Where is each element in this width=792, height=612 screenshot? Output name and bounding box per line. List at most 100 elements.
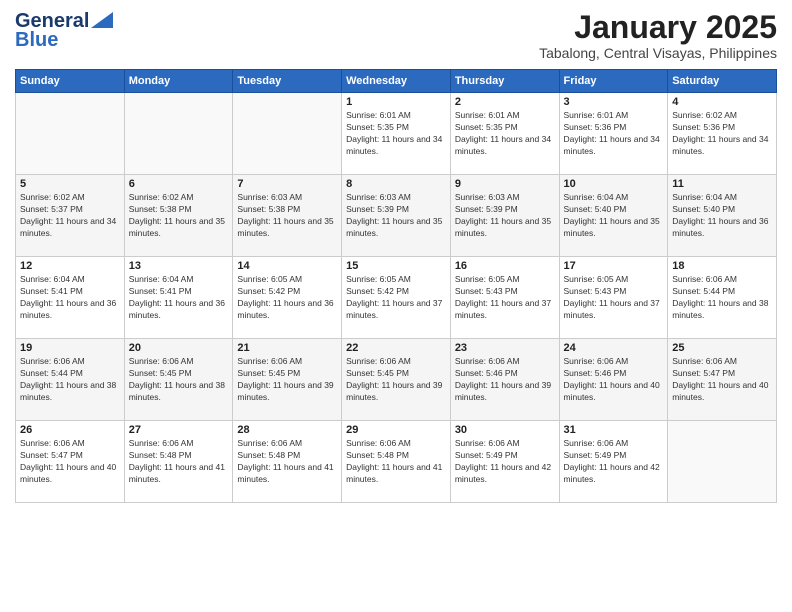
- day-number: 3: [564, 96, 664, 108]
- day-number: 13: [129, 260, 229, 272]
- calendar-cell: 13 Sunrise: 6:04 AMSunset: 5:41 PMDayligh…: [124, 257, 233, 339]
- calendar-cell: 15 Sunrise: 6:05 AMSunset: 5:42 PMDayligh…: [342, 257, 451, 339]
- calendar-table: SundayMondayTuesdayWednesdayThursdayFrid…: [15, 69, 777, 503]
- header-day-saturday: Saturday: [668, 70, 777, 93]
- calendar-cell: 16 Sunrise: 6:05 AMSunset: 5:43 PMDayligh…: [450, 257, 559, 339]
- calendar-cell: 21 Sunrise: 6:06 AMSunset: 5:45 PMDayligh…: [233, 339, 342, 421]
- title-area: January 2025 Tabalong, Central Visayas, …: [539, 10, 777, 61]
- page: General Blue January 2025 Tabalong, Cent…: [0, 0, 792, 612]
- day-info: Sunrise: 6:06 AMSunset: 5:44 PMDaylight:…: [20, 356, 120, 404]
- calendar-header: SundayMondayTuesdayWednesdayThursdayFrid…: [16, 70, 777, 93]
- calendar-cell: 20Sunrise: 6:06 AMSunset: 5:45 PMDayligh…: [124, 339, 233, 421]
- day-number: 28: [237, 424, 337, 436]
- day-info: Sunrise: 6:06 AMSunset: 5:47 PMDaylight:…: [672, 356, 772, 404]
- day-info: Sunrise: 6:04 AMSunset: 5:40 PMDaylight:…: [672, 192, 772, 240]
- week-row-5: 26 Sunrise: 6:06 AMSunset: 5:47 PMDayligh…: [16, 421, 777, 503]
- calendar-body: 1Sunrise: 6:01 AMSunset: 5:35 PMDaylight…: [16, 93, 777, 503]
- calendar-cell: 6 Sunrise: 6:02 AMSunset: 5:38 PMDaylight…: [124, 175, 233, 257]
- day-number: 12: [20, 260, 120, 272]
- day-number: 6: [129, 178, 229, 190]
- calendar-cell: [233, 93, 342, 175]
- day-number: 10: [564, 178, 664, 190]
- calendar-cell: 26 Sunrise: 6:06 AMSunset: 5:47 PMDayligh…: [16, 421, 125, 503]
- day-info: Sunrise: 6:05 AMSunset: 5:43 PMDaylight:…: [455, 274, 555, 322]
- day-info: Sunrise: 6:06 AMSunset: 5:47 PMDaylight:…: [20, 438, 120, 486]
- calendar-cell: 14 Sunrise: 6:05 AMSunset: 5:42 PMDayligh…: [233, 257, 342, 339]
- day-info: Sunrise: 6:02 AMSunset: 5:38 PMDaylight:…: [129, 192, 229, 240]
- calendar-cell: [16, 93, 125, 175]
- calendar-cell: 11 Sunrise: 6:04 AMSunset: 5:40 PMDayligh…: [668, 175, 777, 257]
- day-number: 31: [564, 424, 664, 436]
- day-number: 9: [455, 178, 555, 190]
- day-info: Sunrise: 6:06 AMSunset: 5:49 PMDaylight:…: [564, 438, 664, 486]
- day-number: 29: [346, 424, 446, 436]
- logo-icon: [91, 12, 113, 28]
- calendar-cell: 10Sunrise: 6:04 AMSunset: 5:40 PMDayligh…: [559, 175, 668, 257]
- calendar-cell: 29 Sunrise: 6:06 AMSunset: 5:48 PMDayligh…: [342, 421, 451, 503]
- calendar-cell: 17Sunrise: 6:05 AMSunset: 5:43 PMDayligh…: [559, 257, 668, 339]
- calendar-cell: 27 Sunrise: 6:06 AMSunset: 5:48 PMDayligh…: [124, 421, 233, 503]
- day-info: Sunrise: 6:01 AMSunset: 5:36 PMDaylight:…: [564, 110, 664, 158]
- day-info: Sunrise: 6:03 AMSunset: 5:38 PMDaylight:…: [237, 192, 337, 240]
- day-number: 5: [20, 178, 120, 190]
- day-number: 20: [129, 342, 229, 354]
- calendar-cell: 18 Sunrise: 6:06 AMSunset: 5:44 PMDayligh…: [668, 257, 777, 339]
- day-number: 30: [455, 424, 555, 436]
- header-day-thursday: Thursday: [450, 70, 559, 93]
- day-info: Sunrise: 6:01 AMSunset: 5:35 PMDaylight:…: [455, 110, 555, 158]
- calendar-cell: 7Sunrise: 6:03 AMSunset: 5:38 PMDaylight…: [233, 175, 342, 257]
- calendar-cell: 31 Sunrise: 6:06 AMSunset: 5:49 PMDayligh…: [559, 421, 668, 503]
- day-info: Sunrise: 6:05 AMSunset: 5:42 PMDaylight:…: [346, 274, 446, 322]
- week-row-2: 5 Sunrise: 6:02 AMSunset: 5:37 PMDaylight…: [16, 175, 777, 257]
- day-info: Sunrise: 6:04 AMSunset: 5:41 PMDaylight:…: [20, 274, 120, 322]
- day-number: 26: [20, 424, 120, 436]
- calendar-cell: [668, 421, 777, 503]
- logo: General Blue: [15, 10, 113, 52]
- calendar-cell: 22Sunrise: 6:06 AMSunset: 5:45 PMDayligh…: [342, 339, 451, 421]
- calendar-cell: 23Sunrise: 6:06 AMSunset: 5:46 PMDayligh…: [450, 339, 559, 421]
- day-info: Sunrise: 6:06 AMSunset: 5:44 PMDaylight:…: [672, 274, 772, 322]
- day-number: 2: [455, 96, 555, 108]
- calendar-cell: 1Sunrise: 6:01 AMSunset: 5:35 PMDaylight…: [342, 93, 451, 175]
- day-number: 21: [237, 342, 337, 354]
- day-number: 19: [20, 342, 120, 354]
- day-number: 11: [672, 178, 772, 190]
- day-info: Sunrise: 6:06 AMSunset: 5:45 PMDaylight:…: [346, 356, 446, 404]
- day-number: 27: [129, 424, 229, 436]
- calendar-cell: 9 Sunrise: 6:03 AMSunset: 5:39 PMDaylight…: [450, 175, 559, 257]
- calendar-subtitle: Tabalong, Central Visayas, Philippines: [539, 45, 777, 61]
- day-info: Sunrise: 6:05 AMSunset: 5:43 PMDaylight:…: [564, 274, 664, 322]
- calendar-cell: 28 Sunrise: 6:06 AMSunset: 5:48 PMDayligh…: [233, 421, 342, 503]
- day-info: Sunrise: 6:06 AMSunset: 5:48 PMDaylight:…: [237, 438, 337, 486]
- header-day-sunday: Sunday: [16, 70, 125, 93]
- day-info: Sunrise: 6:04 AMSunset: 5:41 PMDaylight:…: [129, 274, 229, 322]
- day-info: Sunrise: 6:05 AMSunset: 5:42 PMDaylight:…: [237, 274, 337, 322]
- day-number: 16: [455, 260, 555, 272]
- day-number: 14: [237, 260, 337, 272]
- calendar-cell: 4Sunrise: 6:02 AMSunset: 5:36 PMDaylight…: [668, 93, 777, 175]
- calendar-cell: 30 Sunrise: 6:06 AMSunset: 5:49 PMDayligh…: [450, 421, 559, 503]
- day-info: Sunrise: 6:06 AMSunset: 5:48 PMDaylight:…: [129, 438, 229, 486]
- day-info: Sunrise: 6:03 AMSunset: 5:39 PMDaylight:…: [346, 192, 446, 240]
- day-info: Sunrise: 6:06 AMSunset: 5:48 PMDaylight:…: [346, 438, 446, 486]
- header-day-friday: Friday: [559, 70, 668, 93]
- calendar-cell: 3 Sunrise: 6:01 AMSunset: 5:36 PMDaylight…: [559, 93, 668, 175]
- day-number: 8: [346, 178, 446, 190]
- day-number: 18: [672, 260, 772, 272]
- day-info: Sunrise: 6:06 AMSunset: 5:49 PMDaylight:…: [455, 438, 555, 486]
- header-row: SundayMondayTuesdayWednesdayThursdayFrid…: [16, 70, 777, 93]
- day-info: Sunrise: 6:02 AMSunset: 5:37 PMDaylight:…: [20, 192, 120, 240]
- calendar-cell: 25Sunrise: 6:06 AMSunset: 5:47 PMDayligh…: [668, 339, 777, 421]
- day-info: Sunrise: 6:06 AMSunset: 5:46 PMDaylight:…: [455, 356, 555, 404]
- header: General Blue January 2025 Tabalong, Cent…: [15, 10, 777, 61]
- week-row-3: 12 Sunrise: 6:04 AMSunset: 5:41 PMDayligh…: [16, 257, 777, 339]
- day-number: 15: [346, 260, 446, 272]
- header-day-tuesday: Tuesday: [233, 70, 342, 93]
- day-info: Sunrise: 6:03 AMSunset: 5:39 PMDaylight:…: [455, 192, 555, 240]
- day-info: Sunrise: 6:06 AMSunset: 5:45 PMDaylight:…: [237, 356, 337, 404]
- calendar-cell: 19 Sunrise: 6:06 AMSunset: 5:44 PMDayligh…: [16, 339, 125, 421]
- week-row-1: 1Sunrise: 6:01 AMSunset: 5:35 PMDaylight…: [16, 93, 777, 175]
- week-row-4: 19 Sunrise: 6:06 AMSunset: 5:44 PMDayligh…: [16, 339, 777, 421]
- calendar-title: January 2025: [539, 10, 777, 45]
- day-number: 4: [672, 96, 772, 108]
